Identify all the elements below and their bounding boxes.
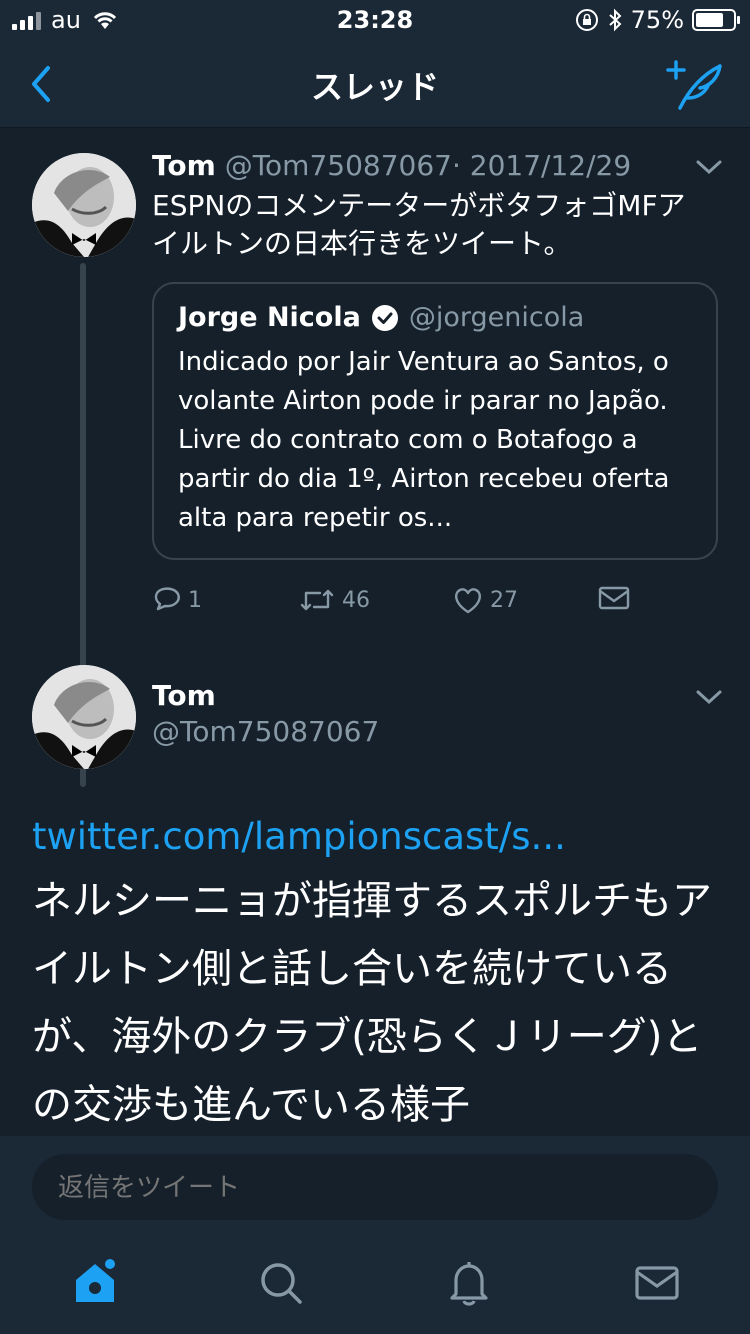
avatar[interactable]	[32, 153, 136, 257]
tweet-text: ネルシーニョが指揮するスポルチもアイルトン側と話し合いを続けているが、海外のクラ…	[32, 878, 712, 1128]
avatar-photo	[32, 153, 136, 257]
tab-bar	[0, 1236, 750, 1334]
retweet-icon	[300, 589, 334, 611]
bluetooth-icon	[608, 8, 622, 32]
reply-icon	[154, 587, 180, 611]
reply-bar	[0, 1136, 750, 1236]
avatar[interactable]	[32, 665, 136, 769]
status-bar: au 23:28 75%	[0, 0, 750, 40]
verified-badge-icon	[371, 304, 398, 331]
page-title: スレッド	[310, 68, 439, 106]
author-name[interactable]: Tom	[152, 679, 216, 712]
share-dm-button[interactable]	[598, 585, 630, 611]
tweet-text: ESPNのコメンテーターがボタフォゴMFアイルトンの日本行きをツイート。	[152, 189, 686, 260]
tweet-actions: 1 46 27	[152, 585, 712, 625]
like-button[interactable]: 27	[452, 585, 518, 615]
retweet-count: 46	[342, 587, 370, 613]
quoted-tweet[interactable]: Jorge Nicola @jorgenicola Indicado por J…	[152, 282, 718, 560]
thread-timeline: Tom @Tom75087067· 2017/12/29 ESPNのコメンテータ…	[0, 129, 750, 1136]
compose-tweet-icon[interactable]	[666, 56, 724, 112]
search-icon[interactable]	[256, 1258, 306, 1308]
chevron-down-icon[interactable]	[694, 687, 724, 707]
heart-icon	[455, 588, 481, 614]
author-handle[interactable]: @Tom75087067	[225, 149, 452, 182]
reply-button[interactable]: 1	[152, 585, 202, 615]
quoted-tweet-text: Indicado por Jair Ventura ao Santos, o v…	[178, 347, 670, 533]
quoted-author-handle: @jorgenicola	[408, 302, 585, 333]
battery-icon	[692, 9, 740, 31]
notifications-icon[interactable]	[444, 1258, 494, 1308]
reply-input[interactable]	[32, 1154, 718, 1220]
navigation-bar: スレッド	[0, 40, 750, 128]
tweet-header: Tom @Tom75087067· 2017/12/29	[152, 149, 631, 182]
quoted-author-name: Jorge Nicola	[178, 302, 361, 333]
messages-icon[interactable]	[632, 1258, 682, 1308]
reply-count: 1	[188, 587, 202, 613]
author-handle[interactable]: @Tom75087067	[152, 715, 379, 748]
tweet-link[interactable]: twitter.com/lampionscast/s...	[32, 815, 566, 858]
chevron-down-icon[interactable]	[694, 157, 724, 177]
like-count: 27	[490, 587, 518, 613]
home-icon[interactable]	[70, 1258, 120, 1308]
battery-percent: 75%	[630, 6, 684, 34]
avatar-photo	[32, 665, 136, 769]
tweet-date: · 2017/12/29	[451, 149, 632, 182]
author-name[interactable]: Tom	[152, 149, 216, 182]
retweet-button[interactable]: 46	[298, 585, 370, 615]
mail-icon	[598, 586, 630, 610]
rotation-lock-icon	[575, 9, 598, 31]
